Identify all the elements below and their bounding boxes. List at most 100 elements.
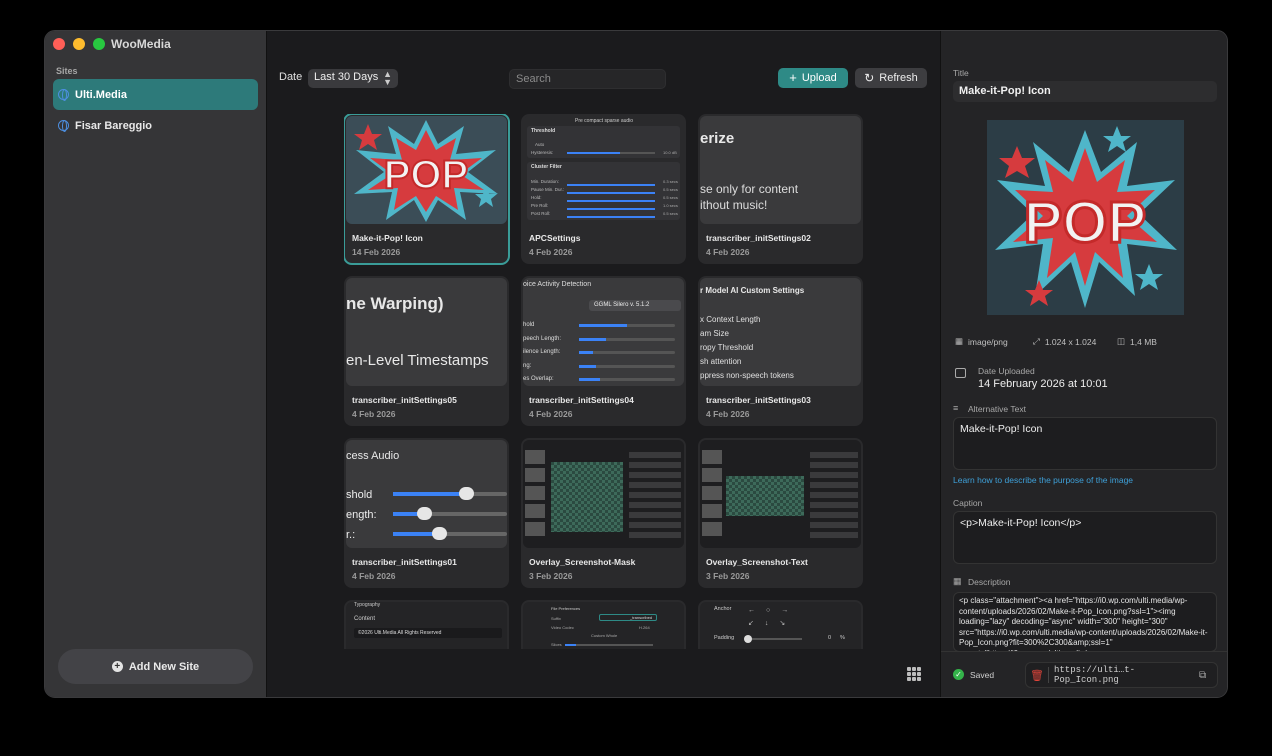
thumb-text: hold [523, 322, 535, 328]
dimensions-value: 1.024 x 1.024 [1044, 336, 1097, 347]
description-input[interactable]: <p class="attachment"><a href="https://i… [953, 592, 1217, 652]
media-card[interactable]: File Preferences Suffix _transcribed Vid… [521, 600, 686, 649]
thumb-text: ne Warping) [346, 294, 444, 313]
sites-section-label: Sites [56, 66, 78, 76]
sidebar-item-fisar-bareggio[interactable]: Fisar Bareggio [53, 110, 258, 141]
thumb-text: Hold: [531, 195, 542, 200]
thumb-text: H.264 [639, 625, 650, 630]
thumb-text: Post Roll: [531, 211, 551, 216]
details-footer: ✓ Saved 🗑 https://ulti…t-Pop_Icon.png ⧉ [941, 651, 1227, 697]
thumb-text: Typography [354, 602, 381, 608]
media-date: 3 Feb 2026 [706, 571, 750, 581]
media-thumbnail: cess Audio shold ength: r.: [346, 440, 507, 548]
image-preview: POP [987, 120, 1184, 315]
thumb-text: x Context Length [700, 315, 761, 324]
up-down-chevron-icon: ▲ ▼ [383, 69, 392, 87]
thumb-text: ilence Length: [523, 349, 561, 355]
thumb-text: Hysteresis: [531, 150, 554, 155]
calendar-icon [955, 368, 966, 378]
date-filter-select[interactable]: Last 30 Days ▲ ▼ [308, 69, 398, 88]
thumb-text: r Model AI Custom Settings [700, 286, 805, 295]
thumb-text: _transcribed [599, 614, 657, 621]
sidebar-item-label: Fisar Bareggio [75, 119, 153, 132]
upload-button[interactable]: + Upload [778, 68, 848, 88]
media-thumbnail: POP [346, 116, 507, 224]
document-icon: ▦ [955, 336, 964, 346]
media-card[interactable]: Pre compact sparse audio Threshold Auto … [521, 114, 686, 264]
thumb-text: 1.0 secs [663, 203, 678, 208]
thumb-text: Auto [535, 142, 545, 147]
thumb-text: Threshold [531, 128, 556, 134]
thumb-text: cess Audio [346, 450, 400, 462]
upload-label: Upload [801, 72, 837, 84]
thumb-text: 10.0 dB [663, 150, 677, 155]
minimize-window-button[interactable] [73, 38, 85, 50]
resize-icon: ⤢ [1033, 336, 1040, 346]
thumb-text: r.: [346, 529, 356, 541]
media-card[interactable]: r Model AI Custom Settings x Context Len… [698, 276, 863, 426]
media-date: 14 Feb 2026 [352, 247, 401, 257]
globe-icon [58, 89, 69, 101]
sidebar: WooMedia Sites Ulti.Media Fisar Bareggio… [45, 31, 267, 697]
media-card[interactable]: ne Warping) en-Level Timestamps transcri… [344, 276, 509, 426]
media-card[interactable]: POP Make-it-Pop! Icon 14 Feb 2026 [344, 114, 510, 265]
thumb-text: shold [346, 489, 373, 501]
title-input[interactable]: Make-it-Pop! Icon [953, 81, 1217, 102]
refresh-icon: ↻ [864, 71, 875, 85]
caption-label: Caption [953, 498, 983, 508]
sidebar-item-ulti-media[interactable]: Ulti.Media [53, 79, 258, 110]
media-grid: POP Make-it-Pop! Icon 14 Feb 2026 Pre co… [344, 114, 864, 649]
grid-view-icon[interactable] [907, 667, 921, 681]
thumb-text: es Overlap: [523, 376, 554, 382]
plus-circle-icon: + [111, 661, 123, 672]
description-label: Description [968, 577, 1011, 587]
save-status: ✓ Saved [953, 669, 994, 680]
thumb-text: ropy Threshold [700, 343, 754, 352]
thumb-text: Custom Whole [591, 633, 618, 638]
media-card[interactable]: Overlay_Screenshot-Text 3 Feb 2026 [698, 438, 863, 588]
alt-text-help-link[interactable]: Learn how to describe the purpose of the… [953, 475, 1133, 485]
media-name: transcriber_initSettings04 [529, 395, 634, 405]
plus-icon: + [789, 70, 797, 85]
thumb-text: 0.3 secs [663, 179, 678, 184]
thumb-text: Pre Roll: [531, 203, 549, 208]
thumb-text: ithout music! [700, 198, 768, 212]
thumb-text: Anchor [714, 606, 732, 612]
pop-art-image: POP [354, 120, 498, 222]
zoom-window-button[interactable] [93, 38, 105, 50]
media-card[interactable]: Overlay_Screenshot-Mask 3 Feb 2026 [521, 438, 686, 588]
media-card[interactable]: cess Audio shold ength: r.: transcriber_… [344, 438, 509, 588]
alt-text-input[interactable]: Make-it-Pop! Icon [953, 417, 1217, 470]
mime-type: ▦ image/png [955, 336, 1008, 347]
thumb-text: erize [700, 130, 735, 147]
close-window-button[interactable] [53, 38, 65, 50]
sidebar-item-label: Ulti.Media [75, 88, 127, 101]
app-window: WooMedia Sites Ulti.Media Fisar Bareggio… [44, 30, 1228, 698]
media-card[interactable]: Anchor ←○→ ↙↓↘ Padding 0 % [698, 600, 863, 649]
caption-input[interactable]: <p>Make-it-Pop! Icon</p> [953, 511, 1217, 564]
search-input[interactable]: Search [509, 69, 666, 89]
media-card[interactable]: erize se only for content ithout music! … [698, 114, 863, 264]
trash-icon[interactable]: 🗑 [1026, 669, 1048, 682]
media-library: Date Last 30 Days ▲ ▼ Search + Upload ↻ R… [267, 31, 940, 697]
thumb-text: 0 [828, 635, 832, 641]
media-name: Make-it-Pop! Icon [352, 233, 423, 243]
url-value[interactable]: https://ulti…t-Pop_Icon.png [1049, 665, 1199, 685]
thumb-text: Min. Duration: [531, 179, 560, 184]
thumb-text: Pause Min. Dur.: [531, 187, 565, 192]
media-thumbnail: oice Activity Detection GGML Silero v. 5… [523, 278, 684, 386]
media-card[interactable]: Typography Content ©2026 Ulti.Media All … [344, 600, 509, 649]
media-card[interactable]: oice Activity Detection GGML Silero v. 5… [521, 276, 686, 426]
thumb-text: Content [354, 616, 376, 622]
media-thumbnail: erize se only for content ithout music! [700, 116, 861, 224]
media-thumbnail: Typography Content ©2026 Ulti.Media All … [346, 602, 507, 649]
media-name: transcriber_initSettings01 [352, 557, 457, 567]
document-icon: ▦ [953, 576, 962, 586]
pop-art-image: POP [995, 126, 1177, 308]
refresh-label: Refresh [879, 72, 918, 84]
copy-icon[interactable]: ⧉ [1199, 670, 1217, 681]
media-name: Overlay_Screenshot-Text [706, 557, 808, 567]
refresh-button[interactable]: ↻ Refresh [855, 68, 927, 88]
add-new-site-button[interactable]: + Add New Site [58, 649, 253, 684]
media-date: 3 Feb 2026 [529, 571, 573, 581]
